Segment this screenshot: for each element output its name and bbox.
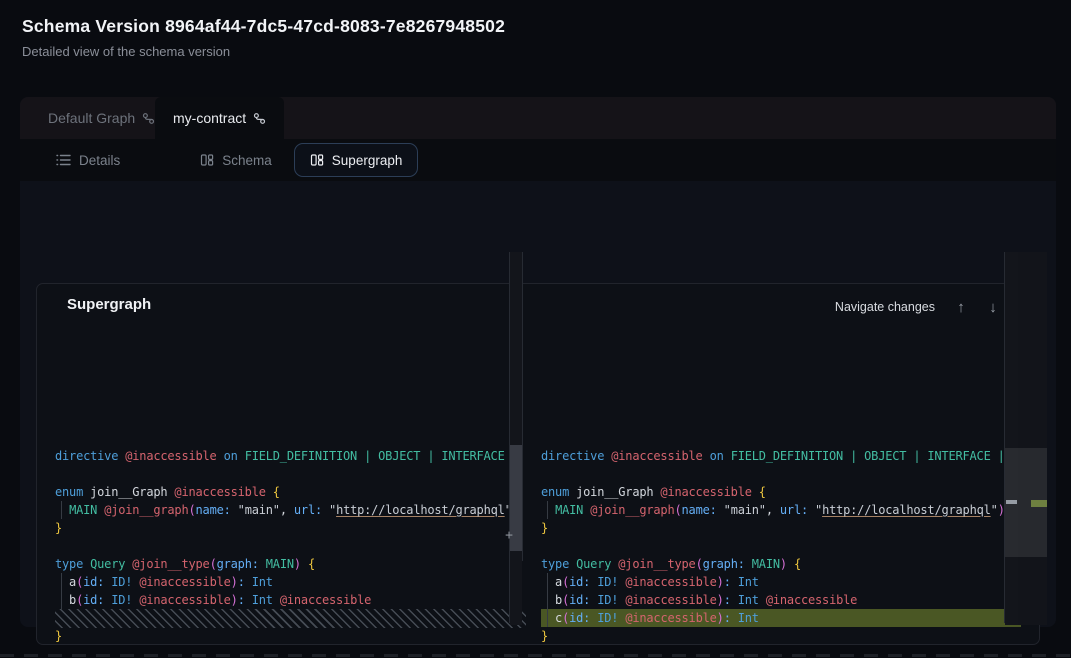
tab-schema-label: Schema bbox=[222, 153, 272, 168]
code-line: } bbox=[541, 519, 1021, 537]
tab-supergraph[interactable]: Supergraph bbox=[294, 143, 419, 177]
code-line bbox=[55, 465, 526, 483]
schema-version-page: Schema Version 8964af44-7dc5-47cd-8083-7… bbox=[0, 0, 1071, 658]
code-line: type Query @join__type(graph: MAIN) { bbox=[541, 555, 1021, 573]
tab-default-graph[interactable]: Default Graph bbox=[30, 97, 173, 139]
variant-icon bbox=[253, 112, 266, 125]
page-title: Schema Version 8964af44-7dc5-47cd-8083-7… bbox=[22, 16, 505, 37]
bottom-edge-dashes bbox=[0, 654, 1071, 657]
code-line: a(id: ID! @inaccessible): Int bbox=[55, 573, 526, 591]
minimap-added-line-marker bbox=[1031, 500, 1047, 507]
tab-details[interactable]: Details bbox=[46, 143, 130, 177]
code-line: type Query @join__type(graph: MAIN) { bbox=[55, 555, 526, 573]
navigate-next-button[interactable]: ↓ bbox=[981, 295, 1005, 319]
right-pane-scrollbar[interactable] bbox=[1005, 252, 1018, 625]
tab-my-contract-label: my-contract bbox=[173, 110, 246, 126]
code-line: b(id: ID! @inaccessible): Int @inaccessi… bbox=[55, 591, 526, 609]
left-pane-scrollbar[interactable] bbox=[510, 252, 522, 625]
code-line: } bbox=[541, 627, 1021, 645]
added-line-plus-marker: + bbox=[502, 527, 516, 545]
diff-pane-original[interactable]: directive @inaccessible on FIELD_DEFINIT… bbox=[54, 439, 526, 658]
list-icon bbox=[56, 154, 71, 166]
tab-details-label: Details bbox=[79, 153, 120, 168]
code-line: MAIN @join__graph(name: "main", url: "ht… bbox=[541, 501, 1021, 519]
added-code-line: c(id: ID! @inaccessible): Int bbox=[541, 609, 1021, 627]
code-line: } bbox=[55, 519, 526, 537]
code-line bbox=[55, 537, 526, 555]
code-line: enum join__Graph @inaccessible { bbox=[541, 483, 1021, 501]
panels-icon bbox=[310, 153, 324, 167]
variant-icon bbox=[142, 112, 155, 125]
page-subtitle: Detailed view of the schema version bbox=[22, 44, 230, 59]
code-line: } bbox=[55, 627, 526, 645]
minimap[interactable] bbox=[1018, 252, 1047, 625]
code-line bbox=[541, 465, 1021, 483]
navigate-previous-button[interactable]: ↑ bbox=[949, 295, 973, 319]
code-line: directive @inaccessible on FIELD_DEFINIT… bbox=[541, 447, 1021, 465]
variant-tabstrip: Default Graph my-contract bbox=[20, 97, 1056, 139]
panel-title: Supergraph bbox=[67, 296, 151, 313]
code-line: directive @inaccessible on FIELD_DEFINIT… bbox=[55, 447, 526, 465]
supergraph-panel: Supergraph Navigate changes ↑ ↓ directiv… bbox=[36, 283, 1040, 645]
navigate-changes-label: Navigate changes bbox=[835, 300, 935, 314]
code-line: a(id: ID! @inaccessible): Int bbox=[541, 573, 1021, 591]
schema-version-card: Default Graph my-contract bbox=[20, 97, 1056, 627]
code-line: MAIN @join__graph(name: "main", url: "ht… bbox=[55, 501, 526, 519]
tab-default-graph-label: Default Graph bbox=[48, 110, 135, 126]
view-navrow: Details Schema bbox=[20, 139, 1056, 181]
code-line: b(id: ID! @inaccessible): Int @inaccessi… bbox=[541, 591, 1021, 609]
pane-divider bbox=[522, 252, 523, 561]
card-body: Supergraph Navigate changes ↑ ↓ directiv… bbox=[20, 181, 1056, 627]
tab-schema[interactable]: Schema bbox=[190, 143, 282, 177]
code-line bbox=[541, 537, 1021, 555]
tab-supergraph-label: Supergraph bbox=[332, 153, 403, 168]
panels-icon bbox=[200, 153, 214, 167]
code-line: enum join__Graph @inaccessible { bbox=[55, 483, 526, 501]
scrollbar-position-marker bbox=[1006, 500, 1017, 504]
arrow-down-icon: ↓ bbox=[989, 299, 997, 316]
tab-my-contract[interactable]: my-contract bbox=[155, 97, 284, 139]
arrow-up-icon: ↑ bbox=[957, 299, 965, 316]
diff-pane-modified[interactable]: directive @inaccessible on FIELD_DEFINIT… bbox=[540, 439, 1021, 658]
removed-line-placeholder bbox=[55, 609, 526, 628]
